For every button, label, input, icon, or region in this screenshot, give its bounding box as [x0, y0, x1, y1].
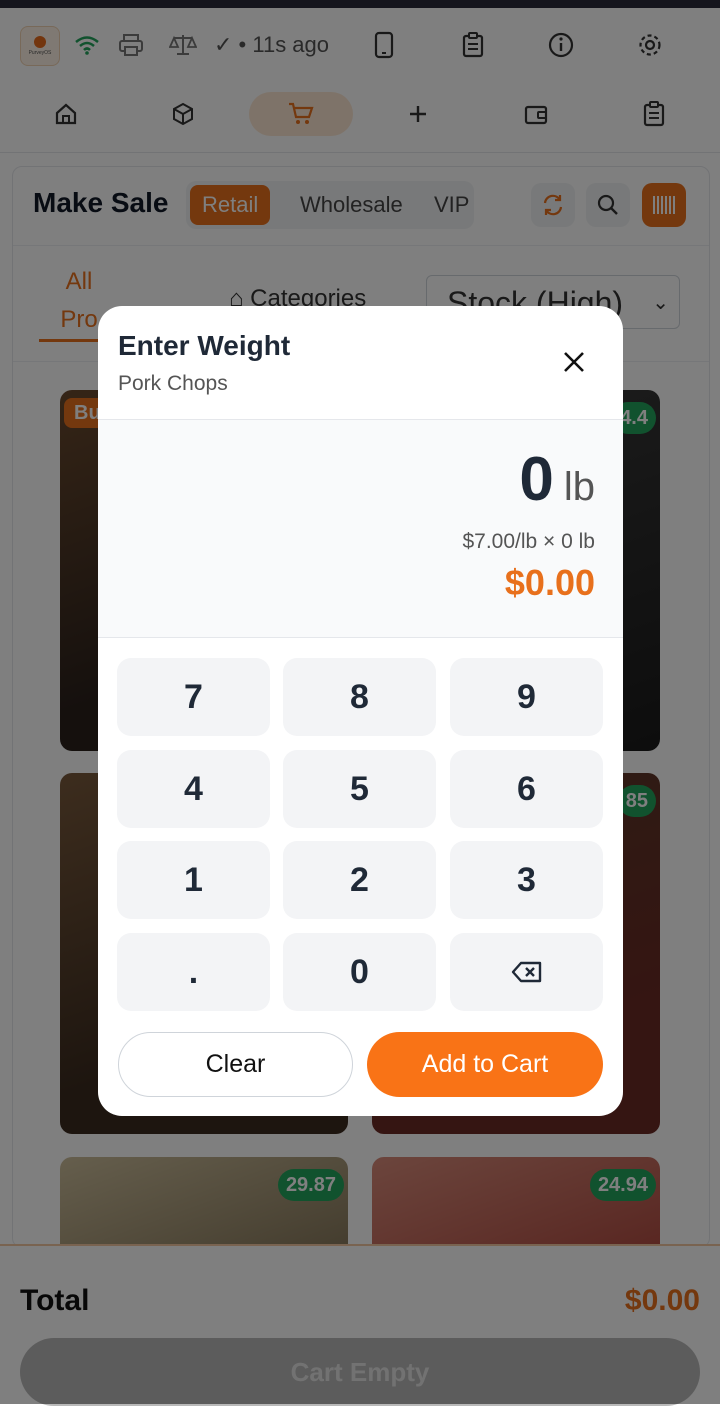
weight-value: 0 [519, 445, 554, 514]
backspace-button[interactable] [450, 933, 603, 1011]
close-button[interactable] [554, 342, 594, 382]
modal-title: Enter Weight [118, 330, 291, 361]
clear-button[interactable]: Clear [118, 1032, 353, 1097]
product-name: Pork Chops [118, 372, 228, 395]
add-to-cart-button[interactable]: Add to Cart [367, 1032, 603, 1097]
line-price: $0.00 [504, 562, 595, 603]
modal-header: Enter Weight Pork Chops [98, 306, 623, 420]
backspace-icon [511, 961, 541, 983]
key-8[interactable]: 8 [283, 658, 436, 736]
key-6[interactable]: 6 [450, 750, 603, 828]
key-2[interactable]: 2 [283, 841, 436, 919]
key-5[interactable]: 5 [283, 750, 436, 828]
key-4[interactable]: 4 [117, 750, 270, 828]
key-decimal[interactable]: . [117, 933, 270, 1011]
weight-modal: Enter Weight Pork Chops 0 lb $7.00/lb × … [98, 306, 623, 1116]
key-7[interactable]: 7 [117, 658, 270, 736]
weight-display: 0 lb $7.00/lb × 0 lb $0.00 [98, 420, 623, 638]
weight-unit: lb [563, 465, 595, 509]
key-9[interactable]: 9 [450, 658, 603, 736]
key-1[interactable]: 1 [117, 841, 270, 919]
price-calculation: $7.00/lb × 0 lb [462, 530, 595, 553]
key-3[interactable]: 3 [450, 841, 603, 919]
key-0[interactable]: 0 [283, 933, 436, 1011]
close-icon [564, 352, 584, 372]
